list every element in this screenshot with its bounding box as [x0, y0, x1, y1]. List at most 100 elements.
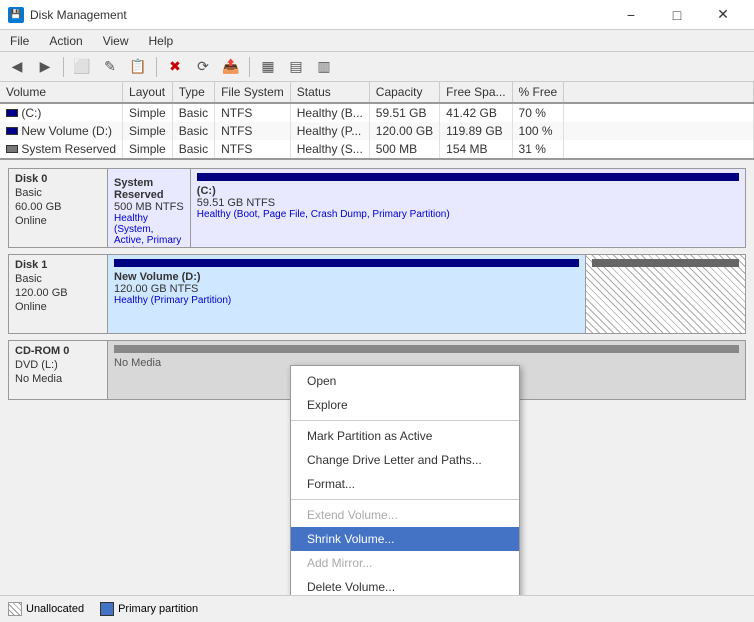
menu-file[interactable]: File: [0, 30, 39, 52]
partition-detail1: 500 MB NTFS: [114, 201, 184, 213]
disk-1-name: Disk 1: [15, 259, 101, 271]
cell-volume: (C:): [0, 103, 123, 122]
legend-primary-label: Primary partition: [118, 603, 198, 615]
delete-button[interactable]: ✖: [162, 55, 188, 79]
menu-bar: File Action View Help: [0, 30, 754, 52]
context-menu-separator: [291, 420, 519, 421]
up-button[interactable]: ⬜: [69, 55, 95, 79]
disk-0-row: Disk 0 Basic 60.00 GB Online System Rese…: [8, 168, 746, 248]
context-menu-separator: [291, 499, 519, 500]
view1-button[interactable]: ▦: [255, 55, 281, 79]
partition-header-bar: [114, 259, 579, 267]
action-button[interactable]: ✎: [97, 55, 123, 79]
cell-layout: Simple: [123, 103, 173, 122]
cell-volume: New Volume (D:): [0, 122, 123, 140]
cell-pct: 100 %: [512, 122, 564, 140]
context-menu-item: Extend Volume...: [291, 503, 519, 527]
partition-name: (C:): [197, 185, 739, 197]
disk-1-partitions: New Volume (D:) 120.00 GB NTFS Healthy (…: [108, 254, 746, 334]
close-button[interactable]: ✕: [700, 0, 746, 30]
col-free[interactable]: Free Spa...: [440, 82, 512, 103]
maximize-button[interactable]: □: [654, 0, 700, 30]
drive-icon: [6, 127, 18, 135]
legend: Unallocated Primary partition: [0, 595, 754, 622]
back-button[interactable]: ◀: [4, 55, 30, 79]
cell-pct: 31 %: [512, 140, 564, 158]
col-status[interactable]: Status: [290, 82, 369, 103]
col-layout[interactable]: Layout: [123, 82, 173, 103]
table-row[interactable]: (C:) Simple Basic NTFS Healthy (B... 59.…: [0, 103, 754, 122]
disk-0-type: Basic: [15, 187, 101, 199]
cell-extra: [564, 122, 754, 140]
partition-detail2: Healthy (System, Active, Primary Parti: [114, 213, 184, 247]
cell-capacity: 120.00 GB: [369, 122, 439, 140]
partition-header-bar: [114, 345, 739, 353]
cdrom-name: CD-ROM 0: [15, 345, 101, 357]
main-content: Volume Layout Type File System Status Ca…: [0, 82, 754, 595]
disk-1-type: Basic: [15, 273, 101, 285]
context-menu-item[interactable]: Shrink Volume...: [291, 527, 519, 551]
cdrom-label: CD-ROM 0 DVD (L:) No Media: [8, 340, 108, 400]
col-capacity[interactable]: Capacity: [369, 82, 439, 103]
disk-0-sysreserved[interactable]: System Reserved 500 MB NTFS Healthy (Sys…: [108, 169, 191, 247]
cell-pct: 70 %: [512, 103, 564, 122]
legend-unallocated: Unallocated: [8, 602, 84, 616]
col-pct[interactable]: % Free: [512, 82, 564, 103]
context-menu-item[interactable]: Open: [291, 369, 519, 393]
properties-button[interactable]: 📋: [125, 55, 151, 79]
toolbar-separator-1: [63, 57, 64, 77]
partition-detail1: 120.00 GB NTFS: [114, 283, 579, 295]
cdrom-status: No Media: [15, 373, 101, 385]
context-menu-item[interactable]: Format...: [291, 472, 519, 496]
col-extra: [564, 82, 754, 103]
view3-button[interactable]: ▥: [311, 55, 337, 79]
disk-0-c[interactable]: (C:) 59.51 GB NTFS Healthy (Boot, Page F…: [191, 169, 745, 247]
disk-1-d[interactable]: New Volume (D:) 120.00 GB NTFS Healthy (…: [108, 255, 586, 333]
cell-type: Basic: [172, 140, 214, 158]
cell-status: Healthy (P...: [290, 122, 369, 140]
cell-status: Healthy (S...: [290, 140, 369, 158]
context-menu-item[interactable]: Mark Partition as Active: [291, 424, 519, 448]
col-type[interactable]: Type: [172, 82, 214, 103]
partition-name: New Volume (D:): [114, 271, 579, 283]
cell-capacity: 59.51 GB: [369, 103, 439, 122]
disk-1-unallocated[interactable]: [586, 255, 745, 333]
col-volume[interactable]: Volume: [0, 82, 123, 103]
view2-button[interactable]: ▤: [283, 55, 309, 79]
partition-detail1: 59.51 GB NTFS: [197, 197, 739, 209]
context-menu-item[interactable]: Delete Volume...: [291, 575, 519, 595]
col-filesystem[interactable]: File System: [215, 82, 291, 103]
refresh-button[interactable]: ⟳: [190, 55, 216, 79]
context-menu-item[interactable]: Explore: [291, 393, 519, 417]
legend-primary-icon: [100, 602, 114, 616]
partition-header-bar: [592, 259, 739, 267]
cdrom-type: DVD (L:): [15, 359, 101, 371]
legend-primary: Primary partition: [100, 602, 198, 616]
disk-1-size: 120.00 GB: [15, 287, 101, 299]
legend-unallocated-label: Unallocated: [26, 603, 84, 615]
menu-view[interactable]: View: [93, 30, 139, 52]
minimize-button[interactable]: −: [608, 0, 654, 30]
cell-free: 154 MB: [440, 140, 512, 158]
disk-0-label: Disk 0 Basic 60.00 GB Online: [8, 168, 108, 248]
export-button[interactable]: 📤: [218, 55, 244, 79]
context-menu-item[interactable]: Change Drive Letter and Paths...: [291, 448, 519, 472]
title-bar-left: 💾 Disk Management: [8, 7, 127, 23]
disk-area: Disk 0 Basic 60.00 GB Online System Rese…: [0, 160, 754, 595]
partition-name: System Reserved: [114, 177, 184, 201]
table-row[interactable]: New Volume (D:) Simple Basic NTFS Health…: [0, 122, 754, 140]
cell-layout: Simple: [123, 140, 173, 158]
forward-button[interactable]: ▶: [32, 55, 58, 79]
app-icon: 💾: [8, 7, 24, 23]
disk-1-status: Online: [15, 301, 101, 313]
volume-table: Volume Layout Type File System Status Ca…: [0, 82, 754, 160]
partition-detail2: Healthy (Boot, Page File, Crash Dump, Pr…: [197, 209, 739, 220]
context-menu-item: Add Mirror...: [291, 551, 519, 575]
menu-action[interactable]: Action: [39, 30, 92, 52]
cell-fs: NTFS: [215, 140, 291, 158]
disk-1-row: Disk 1 Basic 120.00 GB Online New Volume…: [8, 254, 746, 334]
window-controls: − □ ✕: [608, 0, 746, 30]
table-row[interactable]: System Reserved Simple Basic NTFS Health…: [0, 140, 754, 158]
menu-help[interactable]: Help: [139, 30, 184, 52]
toolbar-separator-2: [156, 57, 157, 77]
